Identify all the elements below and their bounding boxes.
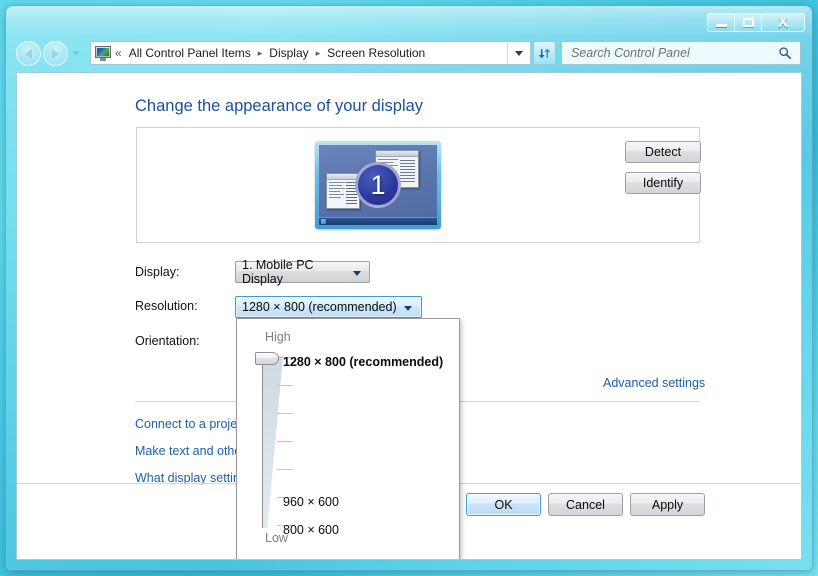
chevron-down-icon bbox=[404, 300, 412, 314]
breadcrumb-overflow-icon[interactable]: « bbox=[115, 46, 122, 60]
chevron-down-icon bbox=[515, 50, 523, 56]
minimize-icon bbox=[715, 23, 727, 27]
refresh-icon bbox=[538, 48, 551, 58]
forward-button[interactable] bbox=[43, 41, 68, 66]
monitor-preview[interactable]: 1 bbox=[315, 141, 441, 229]
monitor-number-label: 1 bbox=[370, 169, 386, 200]
ok-button[interactable]: OK bbox=[466, 493, 541, 516]
resolution-option-960x600[interactable]: 960 × 600 bbox=[283, 495, 339, 509]
page-title: Change the appearance of your display bbox=[135, 97, 424, 115]
orientation-label: Orientation: bbox=[135, 334, 200, 348]
resolution-dropdown-popup[interactable]: High Low 1280 × 800 (recommended) 960 × … bbox=[236, 318, 460, 559]
address-dropdown-button[interactable] bbox=[507, 42, 530, 64]
close-button[interactable]: X bbox=[761, 13, 805, 32]
search-box[interactable] bbox=[561, 41, 801, 65]
identify-button[interactable]: Identify bbox=[625, 172, 701, 194]
resolution-select[interactable]: 1280 × 800 (recommended) bbox=[235, 296, 422, 318]
minimize-button[interactable] bbox=[707, 13, 734, 32]
breadcrumb-separator-icon: ▸ bbox=[257, 47, 263, 58]
resolution-label: Resolution: bbox=[135, 299, 198, 313]
monitor-number-badge: 1 bbox=[355, 162, 401, 208]
title-bar: X bbox=[6, 6, 812, 36]
slider-thumb[interactable] bbox=[255, 352, 279, 365]
back-arrow-icon bbox=[25, 48, 32, 59]
slider-tick bbox=[277, 441, 293, 442]
search-input[interactable] bbox=[569, 45, 773, 61]
forward-arrow-icon bbox=[52, 48, 59, 59]
monitor-screen: 1 bbox=[319, 145, 437, 225]
resolution-option-1280x800[interactable]: 1280 × 800 (recommended) bbox=[283, 355, 443, 369]
display-preview-panel: 1 Detect Identify bbox=[136, 127, 701, 243]
breadcrumb-display[interactable]: Display bbox=[267, 45, 310, 61]
window-controls: X bbox=[707, 13, 805, 32]
cancel-button[interactable]: Cancel bbox=[548, 493, 623, 516]
display-select[interactable]: 1. Mobile PC Display bbox=[235, 258, 370, 286]
close-icon: X bbox=[777, 14, 788, 31]
maximize-icon bbox=[742, 18, 754, 27]
display-select-value: 1. Mobile PC Display bbox=[242, 258, 314, 286]
apply-button[interactable]: Apply bbox=[630, 493, 705, 516]
slider-tick bbox=[277, 469, 293, 470]
resolution-option-800x600[interactable]: 800 × 600 bbox=[283, 523, 339, 537]
connect-projector-link[interactable]: Connect to a projec bbox=[135, 417, 243, 431]
back-button[interactable] bbox=[16, 41, 41, 66]
resolution-select-value: 1280 × 800 (recommended) bbox=[242, 300, 397, 314]
control-panel-window: X « All Control Panel Items ▸ Display ▸ … bbox=[6, 6, 812, 570]
breadcrumb-all-control-panel-items[interactable]: All Control Panel Items bbox=[127, 45, 253, 61]
display-monitor-icon bbox=[95, 45, 111, 61]
chevron-down-icon bbox=[353, 265, 361, 279]
maximize-button[interactable] bbox=[734, 13, 761, 32]
slider-high-label: High bbox=[265, 330, 291, 344]
client-area: Change the appearance of your display 1 … bbox=[16, 72, 802, 560]
breadcrumb-screen-resolution[interactable]: Screen Resolution bbox=[325, 45, 427, 61]
address-bar[interactable]: « All Control Panel Items ▸ Display ▸ Sc… bbox=[90, 41, 531, 65]
slider-track bbox=[262, 356, 263, 528]
chevron-down-icon[interactable] bbox=[72, 51, 80, 56]
detect-button[interactable]: Detect bbox=[625, 141, 701, 163]
nav-arrows bbox=[16, 41, 80, 66]
slider-tick bbox=[277, 385, 293, 386]
preview-taskbar bbox=[319, 217, 437, 225]
refresh-button[interactable] bbox=[533, 41, 556, 65]
start-orb-icon bbox=[321, 219, 326, 224]
navigation-bar: « All Control Panel Items ▸ Display ▸ Sc… bbox=[6, 36, 812, 70]
search-icon[interactable] bbox=[778, 46, 792, 60]
make-text-larger-link[interactable]: Make text and other bbox=[135, 444, 245, 458]
display-label: Display: bbox=[135, 265, 180, 279]
slider-wedge-decoration bbox=[263, 356, 283, 528]
slider-tick bbox=[277, 413, 293, 414]
advanced-settings-link[interactable]: Advanced settings bbox=[603, 376, 705, 390]
breadcrumb-separator-icon: ▸ bbox=[315, 47, 321, 58]
